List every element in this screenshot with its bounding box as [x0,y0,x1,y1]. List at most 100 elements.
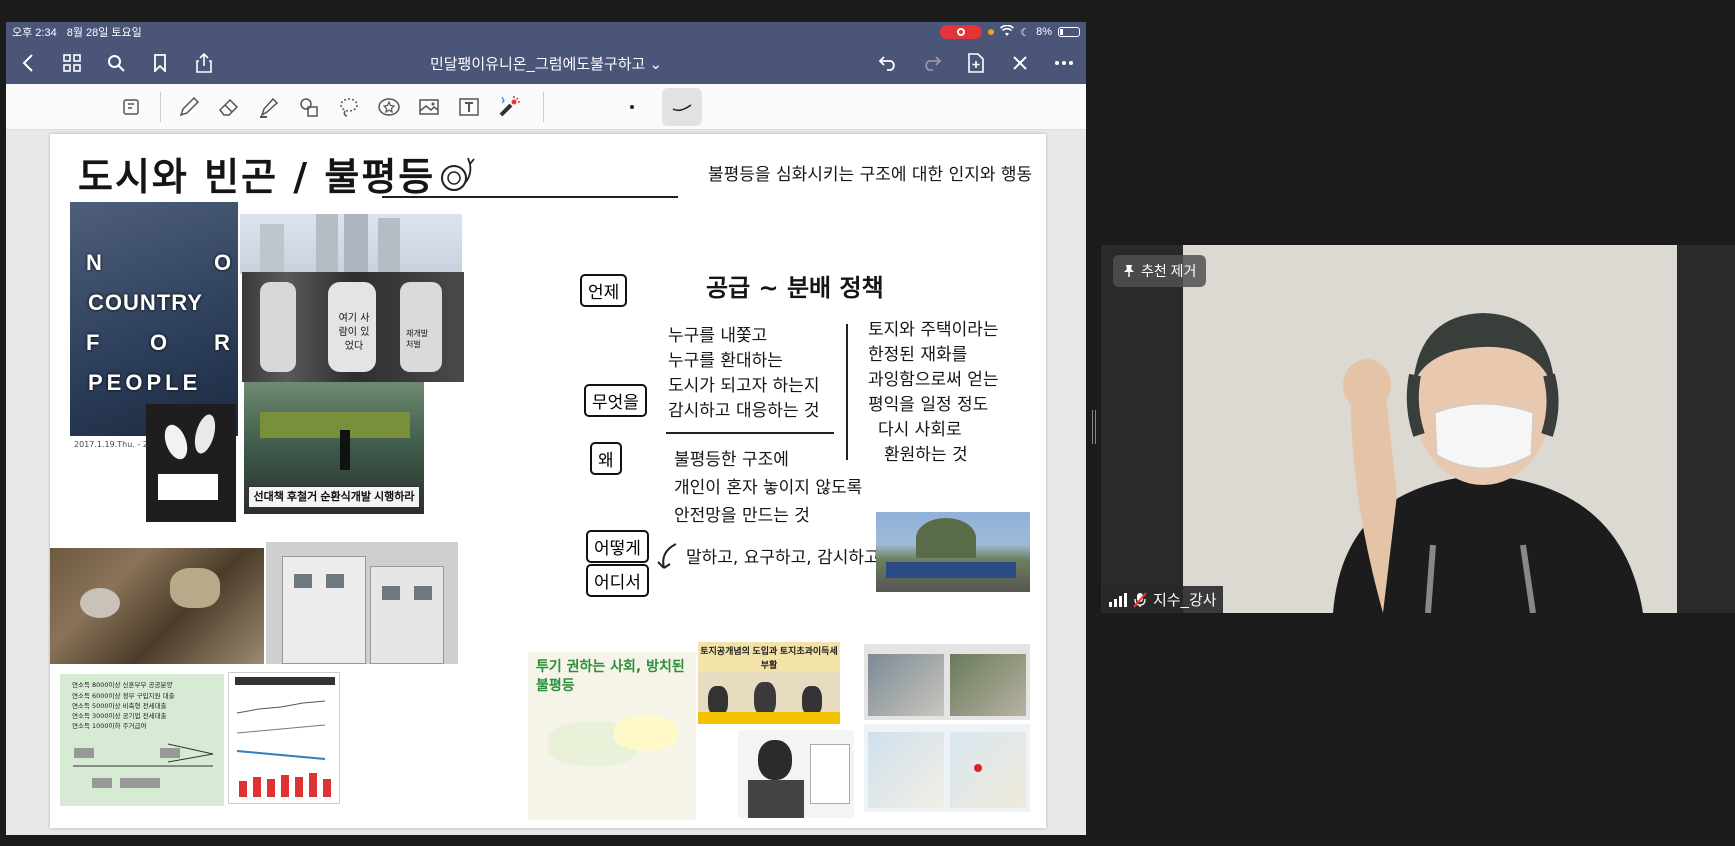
participant-video-panel: 추천 제거 지수_강사 [1101,245,1735,613]
pen-tool[interactable] [169,88,209,126]
press-banner: 토지공개념의 도입과 토지초과이득세 부활 [698,642,840,672]
dot-icon [630,104,634,109]
search-button[interactable] [94,42,138,84]
laser-pointer-tool[interactable] [489,88,529,126]
what-line-2: 누구를 환대하는 [668,351,783,371]
remove-spotlight-label: 추천 제거 [1141,263,1197,279]
no-country-poster: N O COUNTRY F O R PEOPLE [70,202,238,436]
bookmark-button[interactable] [138,42,182,84]
label-what: 무엇을 [584,384,647,417]
more-button[interactable] [1042,42,1086,84]
poster-word-o2: O [150,330,168,355]
speculation-report-cover: 투기 권하는 사회, 방치된 불평등 [528,652,696,820]
drawing-toolbar [6,84,1086,130]
label-when: 언제 [580,274,628,307]
participant-video[interactable] [1183,245,1677,613]
image-tool[interactable] [409,88,449,126]
income-line-3: 연소득 5000이상 비축형 전세대출 [72,702,167,710]
pin-icon [1124,265,1134,277]
back-button[interactable] [6,42,50,84]
share-button[interactable] [182,42,226,84]
stroke-width-option[interactable] [612,88,652,126]
luxury-house-photo [266,542,458,664]
thumbnails-button[interactable] [50,42,94,84]
income-line-2: 연소득 6000이상 정부 구입지원 대출 [72,692,175,700]
read-mode-icon [123,98,139,115]
battery-icon [1058,27,1080,37]
eraser-icon [218,98,239,116]
shared-screen: 오후 2:34 8월 28일 토요일 ☾ 8% 민달팽이유니온_그럼에도불구하고… [6,22,1086,835]
demolition-mural-photo: 여기 사람이 있었다 재개발 처벌 [242,272,464,382]
participant-name: 지수_강사 [1153,592,1217,609]
supply-line: 공급 ~ 분배 정책 [706,274,884,302]
add-page-button[interactable] [954,42,998,84]
stroke-style-option[interactable] [662,87,702,126]
housing-price-chart [228,672,340,804]
why-line-1: 불평등한 구조에 [674,450,789,470]
grid-icon [63,54,81,72]
right-line-5: 다시 사회로 [878,420,962,440]
flooded-village-photos [864,644,1030,720]
screen-record-indicator[interactable] [940,25,983,39]
pen-icon [179,96,200,116]
text-box-icon [459,97,479,116]
label-why: 왜 [590,442,622,475]
laser-pointer-icon [499,95,520,116]
bookmark-icon [154,54,166,72]
undo-button[interactable] [866,42,910,84]
snail-doodle-icon [441,157,475,191]
cluttered-room-photo [50,548,264,664]
why-line-3: 안전망을 만드는 것 [674,506,810,526]
how-text: 말하고, 요구하고, 감시하고 [686,548,880,568]
top-note: 불평등을 심화시키는 구조에 대한 인지와 행동 [708,165,1033,185]
arrow-doodle-icon [657,543,677,569]
text-tool[interactable] [449,88,489,126]
sticker-tool[interactable] [369,88,409,126]
why-line-2: 개인이 혼자 놓이지 않도록 [674,478,863,498]
protest-rally-photo: 선대책 후철거 순환식개발 시행하라 [244,382,424,514]
add-page-icon [968,53,984,73]
panel-resize-handle[interactable] [1092,410,1096,444]
signal-strength-icon [1109,592,1127,607]
divider-vertical [846,324,848,460]
poster-word-n: N [86,250,104,275]
label-where: 어디서 [586,564,649,597]
more-icon [1055,61,1073,65]
eraser-tool[interactable] [209,88,249,126]
land-policy-press-photo: 토지공개념의 도입과 토지초과이득세 부활 [698,642,840,724]
poster-word-r: R [214,330,230,355]
close-toolbar-button[interactable] [998,42,1042,84]
read-mode-tool[interactable] [112,88,152,126]
goodnotes-nav-bar: 민달팽이유니온_그럼에도불구하고 ⌄ [6,42,1086,84]
report-title: 투기 권하는 사회, 방치된 불평등 [536,659,685,694]
title-underline [382,196,678,198]
ipad-status-bar: 오후 2:34 8월 28일 토요일 ☾ 8% [6,22,1086,42]
share-icon [196,53,212,73]
press-conference-photo [738,730,854,818]
white-shapes-poster [146,404,236,522]
income-line-4: 연소득 3000이상 공기업 전세대출 [72,712,167,720]
highlighter-tool[interactable] [249,88,289,126]
participant-name-badge: 지수_강사 [1103,586,1223,613]
what-line-4: 감시하고 대응하는 것 [668,401,820,421]
income-line-5: 연소득 1000이하 주거급여 [72,722,147,730]
redo-button[interactable] [910,42,954,84]
undo-icon [878,56,895,71]
wifi-icon [1000,24,1015,40]
right-line-6: 환원하는 것 [884,445,968,465]
note-canvas[interactable]: 도시와 빈곤 / 불평등 불평등을 심화시키는 구조에 대한 인지와 행동 N … [6,130,1086,835]
shape-tool[interactable] [289,88,329,126]
shape-icon [300,97,318,117]
redo-icon [925,56,942,71]
remove-spotlight-button[interactable]: 추천 제거 [1113,255,1207,287]
label-how: 어떻게 [586,530,649,563]
note-title: 도시와 빈곤 / 불평등 [78,155,436,199]
poster-word-f: F [86,330,100,355]
search-icon [108,55,125,72]
document-title[interactable]: 민달팽이유니온_그럼에도불구하고 ⌄ [430,56,662,73]
note-page[interactable]: 도시와 빈곤 / 불평등 불평등을 심화시키는 구조에 대한 인지와 행동 N … [50,134,1046,828]
lasso-tool[interactable] [329,88,369,126]
chevron-left-icon [22,54,33,72]
curve-stroke-icon [672,103,692,111]
right-line-4: 평익을 일정 정도 [868,395,989,415]
